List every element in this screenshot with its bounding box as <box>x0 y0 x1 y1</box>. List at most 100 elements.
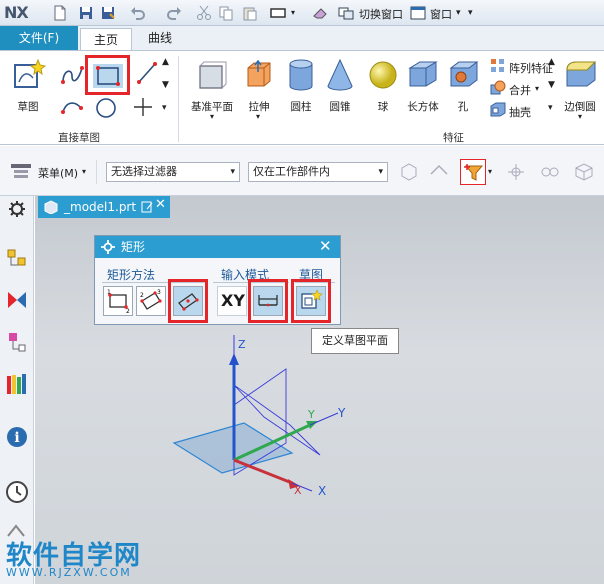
block-icon[interactable] <box>406 58 440 92</box>
tab-curve[interactable]: 曲线 <box>140 26 180 51</box>
view-cube-icon[interactable] <box>572 162 596 182</box>
document-tab-close-icon[interactable]: ✕ <box>155 197 166 212</box>
window-menu-icon[interactable] <box>410 5 426 21</box>
feature-gallery-down-icon[interactable]: ▼ <box>548 80 555 90</box>
filter-icon <box>464 164 484 181</box>
svg-text:3: 3 <box>157 289 161 296</box>
new-file-icon[interactable] <box>52 5 68 21</box>
y-axis-label: Y <box>338 406 346 420</box>
cone-icon[interactable] <box>326 58 354 92</box>
hole-icon[interactable] <box>448 58 480 92</box>
shell-icon[interactable] <box>490 102 506 118</box>
circle-icon[interactable] <box>94 96 118 120</box>
history-icon[interactable] <box>5 480 29 504</box>
constraint-navigator-icon[interactable] <box>6 288 28 312</box>
window-box-icon[interactable] <box>270 5 286 21</box>
save-icon[interactable] <box>78 5 94 21</box>
from-center-button[interactable] <box>173 286 203 316</box>
sketch-icon[interactable] <box>12 58 46 92</box>
sphere-icon[interactable] <box>368 60 398 90</box>
quick-pick-icon[interactable] <box>538 162 562 182</box>
edge-blend-icon[interactable] <box>564 58 598 92</box>
window-menu-label[interactable]: 窗口 <box>430 6 452 22</box>
datum-plane-icon[interactable] <box>196 58 230 92</box>
unite-dropdown[interactable]: ▾ <box>535 84 539 93</box>
window-menu-dropdown[interactable]: ▾ <box>456 8 461 18</box>
tab-file[interactable]: 文件(F) <box>0 26 78 51</box>
selection-divider <box>96 160 97 184</box>
paste-icon[interactable] <box>242 5 258 21</box>
redo-icon[interactable] <box>166 5 182 21</box>
arc-icon[interactable] <box>60 94 84 118</box>
edge-blend-dropdown[interactable]: ▾ <box>578 112 582 121</box>
part-navigator-icon[interactable] <box>6 330 28 354</box>
feature-group-label: 特征 <box>443 132 464 144</box>
x-axis-label: X <box>318 484 327 498</box>
rectangle-tool-button[interactable] <box>85 55 130 95</box>
feature-gallery-up-icon[interactable]: ▲ <box>548 57 555 67</box>
filter-highlight-button[interactable] <box>460 159 486 185</box>
hole-label: 孔 <box>457 101 469 113</box>
svg-text:1: 1 <box>107 289 111 296</box>
shell-label[interactable]: 抽壳 <box>509 104 531 120</box>
menu-button[interactable]: 菜单(M) <box>38 165 78 181</box>
parameter-mode-button[interactable] <box>253 286 283 316</box>
feature-gallery-more-icon[interactable]: ▾ <box>548 103 553 113</box>
part-file-icon <box>44 200 58 214</box>
nx-logo: NX <box>4 3 29 22</box>
gear-icon[interactable] <box>8 200 26 218</box>
document-tab-label: _model1.prt <box>64 200 137 214</box>
sketch-gallery-more-icon[interactable]: ▾ <box>162 103 167 113</box>
cone-label: 圆锥 <box>329 101 351 113</box>
eraser-icon[interactable] <box>312 5 328 21</box>
dialog-title-bar[interactable]: 矩形 <box>95 236 340 258</box>
rectangle-method-group-label: 矩形方法 <box>107 268 156 282</box>
web-browser-icon[interactable]: i <box>5 425 29 449</box>
selection-scope-dropdown-icon: ▾ <box>378 167 383 177</box>
dialog-close-icon[interactable]: ✕ <box>319 237 332 255</box>
by-2-points-button[interactable]: 12 <box>103 286 133 316</box>
menu-dropdown-icon[interactable]: ▾ <box>82 167 86 176</box>
unite-label[interactable]: 合并 <box>509 82 531 98</box>
modified-indicator-icon <box>141 201 153 213</box>
window-box-dropdown[interactable]: ▾ <box>291 8 295 17</box>
snap-point-icon[interactable] <box>504 162 528 182</box>
coordinate-mode-button[interactable]: XY <box>217 286 247 316</box>
define-sketch-plane-button[interactable] <box>296 286 326 316</box>
pattern-feature-label[interactable]: 阵列特征 <box>509 60 553 76</box>
profile-icon[interactable] <box>60 60 84 86</box>
cut-icon[interactable] <box>196 5 212 21</box>
selection-scope-select[interactable]: 仅在工作部件内 ▾ <box>248 162 388 182</box>
type-filter-select[interactable]: 无选择过滤器 ▾ <box>106 162 240 182</box>
undo-icon[interactable] <box>130 5 146 21</box>
line-icon[interactable] <box>136 60 158 86</box>
type-filter-dropdown-icon: ▾ <box>230 167 235 177</box>
pattern-feature-icon[interactable] <box>490 58 506 74</box>
customize-quick-access-dropdown[interactable]: ▾ <box>468 8 473 18</box>
switch-window-label[interactable]: 切换窗口 <box>359 6 403 22</box>
watermark-url: WWW.RJZXW.COM <box>6 566 132 579</box>
by-3-points-button[interactable]: 23 <box>136 286 166 316</box>
switch-window-icon[interactable] <box>338 5 354 21</box>
ribbon-group-divider <box>178 56 179 142</box>
z-axis-label: Z <box>238 338 246 351</box>
datum-plane-dropdown[interactable]: ▾ <box>210 112 214 121</box>
filter-dropdown-icon[interactable]: ▾ <box>488 167 492 176</box>
sketch-gallery-down-icon[interactable]: ▼ <box>162 80 169 90</box>
cylinder-icon[interactable] <box>288 58 314 92</box>
unite-icon[interactable] <box>490 80 506 96</box>
reuse-library-icon[interactable] <box>5 372 29 396</box>
dialog-gear-icon[interactable] <box>101 240 115 254</box>
menu-icon[interactable] <box>10 163 32 181</box>
extrude-icon[interactable] <box>242 58 276 92</box>
tab-home[interactable]: 主页 <box>80 28 132 51</box>
general-selection-icon[interactable] <box>428 162 450 182</box>
select-features-icon[interactable] <box>398 162 420 182</box>
extrude-dropdown[interactable]: ▾ <box>256 112 260 121</box>
assembly-navigator-icon[interactable] <box>6 248 28 272</box>
copy-icon[interactable] <box>218 5 234 21</box>
save-all-icon[interactable] <box>100 5 116 21</box>
point-icon[interactable] <box>132 96 154 118</box>
sketch-gallery-up-icon[interactable]: ▲ <box>162 57 169 67</box>
y-line-label: Y <box>308 408 315 421</box>
